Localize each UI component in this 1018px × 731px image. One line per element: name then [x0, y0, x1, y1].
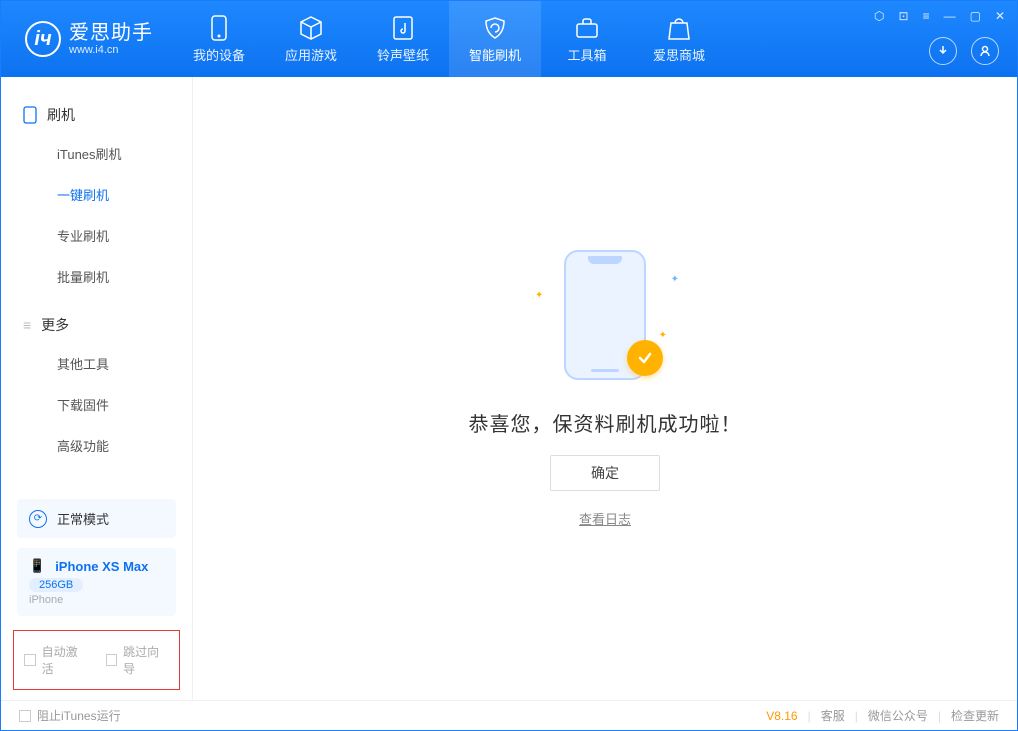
user-button[interactable]: [971, 37, 999, 65]
sparkle-icon: ✦: [659, 330, 667, 341]
feedback-icon[interactable]: ⊡: [899, 9, 909, 23]
tab-device[interactable]: 我的设备: [173, 1, 265, 77]
tab-label: 铃声壁纸: [377, 45, 429, 64]
sidebar-item-advanced[interactable]: 高级功能: [1, 425, 192, 466]
checkbox-skip-setup[interactable]: 跳过向导: [106, 643, 170, 677]
device-type: iPhone: [29, 594, 164, 606]
sidebar-group-more: ≡ 更多: [1, 297, 192, 343]
wechat-link[interactable]: 微信公众号: [868, 707, 928, 724]
sidebar-group-flash: 刷机: [1, 97, 192, 133]
success-message: 恭喜您，保资料刷机成功啦！: [469, 408, 742, 437]
group-label: 刷机: [47, 105, 75, 125]
tab-label: 工具箱: [567, 45, 606, 64]
mode-icon: ⟳: [29, 510, 47, 528]
cube-icon: [298, 15, 324, 41]
tab-toolbox[interactable]: 工具箱: [541, 1, 633, 77]
app-title: 爱思助手: [69, 22, 153, 44]
success-illustration: ✦ ✦ ✦: [525, 250, 685, 390]
music-file-icon: [390, 15, 416, 41]
tab-label: 应用游戏: [285, 45, 337, 64]
close-icon[interactable]: ✕: [995, 9, 1005, 23]
minimize-icon[interactable]: —: [944, 9, 956, 23]
options-highlight-box: 自动激活 跳过向导: [13, 630, 180, 690]
update-link[interactable]: 检查更新: [951, 707, 999, 724]
app-url: www.i4.cn: [69, 44, 153, 56]
device-mode-card[interactable]: ⟳ 正常模式: [17, 499, 176, 538]
sparkle-icon: ✦: [535, 290, 543, 301]
tab-label: 我的设备: [193, 45, 245, 64]
sidebar-item-batch[interactable]: 批量刷机: [1, 256, 192, 297]
device-name: iPhone XS Max: [55, 559, 148, 574]
device-capacity: 256GB: [29, 578, 83, 592]
toolbox-icon: [574, 15, 600, 41]
checkbox-icon: [106, 654, 118, 666]
tab-flash[interactable]: 智能刷机: [449, 1, 541, 77]
checkbox-label: 阻止iTunes运行: [37, 707, 121, 724]
download-button[interactable]: [929, 37, 957, 65]
sidebar: 刷机 iTunes刷机 一键刷机 专业刷机 批量刷机 ≡ 更多 其他工具 下载固…: [1, 77, 193, 700]
nav-tabs: 我的设备 应用游戏 铃声壁纸 智能刷机 工具箱 爱思商城: [173, 1, 725, 77]
sparkle-icon: ✦: [671, 274, 679, 285]
checkbox-icon: [24, 654, 36, 666]
list-icon: ≡: [23, 317, 31, 333]
sidebar-item-firmware[interactable]: 下载固件: [1, 384, 192, 425]
menu-icon[interactable]: ≡: [923, 9, 930, 23]
maximize-icon[interactable]: ▢: [970, 9, 981, 23]
logo-icon: iч: [25, 21, 61, 57]
bag-icon: [666, 15, 692, 41]
mode-label: 正常模式: [57, 509, 109, 528]
tab-store[interactable]: 爱思商城: [633, 1, 725, 77]
version-label: V8.16: [766, 709, 797, 723]
titlebar-controls: ⬡ ⊡ ≡ — ▢ ✕: [874, 9, 1005, 23]
phone-icon: [206, 15, 232, 41]
main-content: ✦ ✦ ✦ 恭喜您，保资料刷机成功啦！ 确定 查看日志: [193, 77, 1017, 700]
tshirt-icon[interactable]: ⬡: [874, 9, 884, 23]
app-header: iч 爱思助手 www.i4.cn 我的设备 应用游戏 铃声壁纸 智能刷机 工具…: [1, 1, 1017, 77]
sidebar-item-itunes[interactable]: iTunes刷机: [1, 133, 192, 174]
checkbox-label: 自动激活: [42, 643, 88, 677]
logo: iч 爱思助手 www.i4.cn: [1, 21, 173, 57]
group-label: 更多: [41, 315, 69, 335]
phone-tiny-icon: 📱: [29, 558, 45, 574]
refresh-shield-icon: [482, 15, 508, 41]
support-link[interactable]: 客服: [821, 707, 845, 724]
checkbox-auto-activate[interactable]: 自动激活: [24, 643, 88, 677]
tab-ringtones[interactable]: 铃声壁纸: [357, 1, 449, 77]
sidebar-item-onekey[interactable]: 一键刷机: [1, 174, 192, 215]
status-bar: 阻止iTunes运行 V8.16 | 客服 | 微信公众号 | 检查更新: [1, 700, 1017, 730]
checkbox-label: 跳过向导: [123, 643, 169, 677]
phone-small-icon: [23, 106, 37, 124]
sidebar-item-other[interactable]: 其他工具: [1, 343, 192, 384]
sidebar-item-pro[interactable]: 专业刷机: [1, 215, 192, 256]
device-card[interactable]: 📱 iPhone XS Max 256GB iPhone: [17, 548, 176, 616]
checkbox-icon: [19, 710, 31, 722]
checkbox-block-itunes[interactable]: 阻止iTunes运行: [19, 707, 121, 724]
tab-apps[interactable]: 应用游戏: [265, 1, 357, 77]
tab-label: 智能刷机: [469, 45, 521, 64]
ok-button[interactable]: 确定: [550, 455, 660, 491]
tab-label: 爱思商城: [653, 45, 705, 64]
view-log-link[interactable]: 查看日志: [579, 509, 631, 528]
check-badge-icon: [627, 340, 663, 376]
